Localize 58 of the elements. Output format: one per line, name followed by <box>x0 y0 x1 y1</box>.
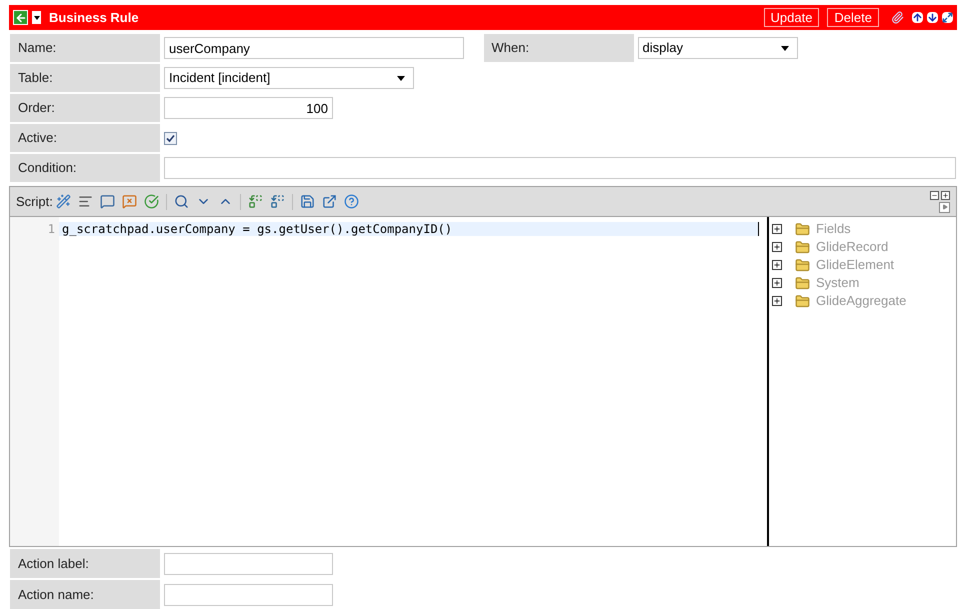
dropdown[interactable]: Incident [incident] <box>164 67 414 89</box>
expander-icon[interactable] <box>772 224 782 234</box>
header-button[interactable]: Delete <box>827 8 879 27</box>
collapse-icon[interactable] <box>930 190 939 200</box>
tree-item[interactable]: System <box>816 273 860 293</box>
align-icon[interactable] <box>78 194 93 209</box>
caret-icon <box>780 46 788 50</box>
save-icon[interactable] <box>300 194 315 209</box>
expander-icon[interactable] <box>772 296 782 306</box>
external-link-icon[interactable] <box>322 194 337 209</box>
comment-icon[interactable] <box>100 194 115 209</box>
back-button[interactable] <box>13 10 28 25</box>
play-icon[interactable] <box>939 202 950 212</box>
checkbox[interactable] <box>164 132 177 144</box>
paperclip-icon[interactable] <box>891 11 904 24</box>
folder-icon <box>795 258 810 272</box>
field-label: Table: <box>10 64 160 92</box>
text-field[interactable] <box>164 584 333 606</box>
arrow-down-icon[interactable] <box>927 12 938 23</box>
caret-icon <box>397 76 405 80</box>
expander-icon[interactable] <box>772 260 782 270</box>
dropdown[interactable]: display <box>638 37 798 59</box>
comment-remove-icon[interactable] <box>122 194 137 209</box>
search-icon[interactable] <box>174 194 189 209</box>
replace-icon[interactable] <box>248 194 263 209</box>
header-button[interactable]: Update <box>764 8 820 27</box>
tree-item[interactable]: Fields <box>816 219 851 239</box>
field-label: Active: <box>10 124 160 152</box>
folder-icon <box>795 240 810 254</box>
field-label: Action label: <box>10 549 160 578</box>
text-field[interactable]: userCompany <box>164 37 464 59</box>
replace-all-icon[interactable] <box>270 194 285 209</box>
number-field[interactable]: 100 <box>164 97 333 119</box>
field-label: Name: <box>10 34 160 62</box>
folder-icon <box>795 294 810 308</box>
tree-item[interactable]: GlideAggregate <box>816 291 906 311</box>
folder-icon <box>795 222 810 236</box>
tree-item[interactable]: GlideElement <box>816 255 894 275</box>
line-number: 1 <box>48 222 55 236</box>
text-field[interactable] <box>164 157 956 179</box>
field-label: Order: <box>10 94 160 122</box>
expand-icon[interactable] <box>941 190 950 200</box>
expander-icon[interactable] <box>772 242 782 252</box>
field-label: Condition: <box>10 154 160 182</box>
caret-icon[interactable] <box>32 11 41 24</box>
expander-icon[interactable] <box>772 278 782 288</box>
script-label: Script: <box>16 192 53 211</box>
help-icon[interactable] <box>344 194 359 209</box>
wand-icon[interactable] <box>56 194 71 209</box>
tree-item[interactable]: GlideRecord <box>816 237 888 257</box>
field-label: When: <box>484 34 634 62</box>
text-field[interactable] <box>164 552 333 574</box>
window-title: Business Rule <box>49 8 139 27</box>
folder-icon <box>795 276 810 290</box>
check-icon[interactable] <box>144 194 159 209</box>
arrow-up-icon[interactable] <box>912 12 923 23</box>
field-label: Action name: <box>10 580 160 609</box>
expand-icon[interactable] <box>942 12 953 23</box>
